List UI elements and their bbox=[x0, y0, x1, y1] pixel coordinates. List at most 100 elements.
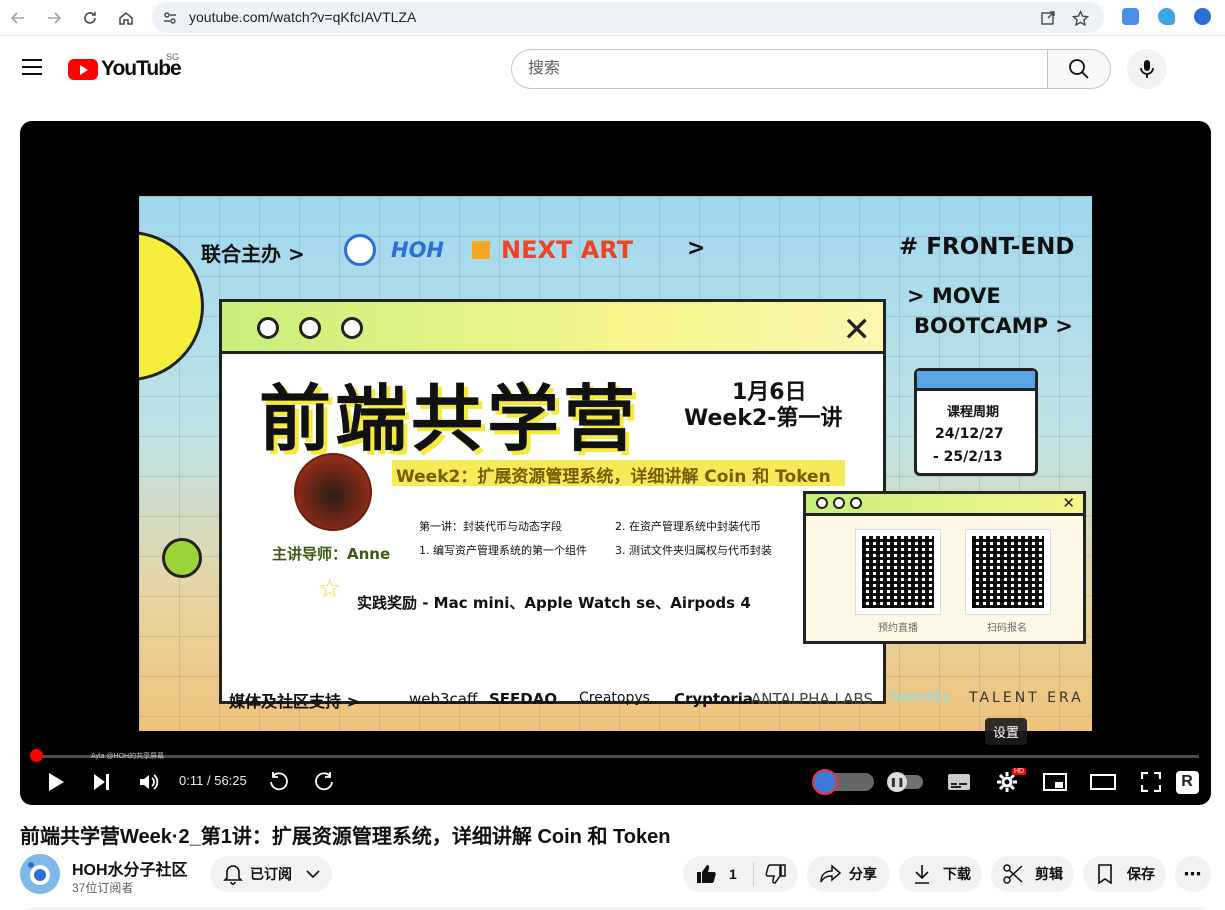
slide-front-end: # FRONT-END bbox=[899, 234, 1075, 260]
channel-avatar[interactable] bbox=[20, 854, 60, 894]
like-button[interactable]: 1 bbox=[683, 863, 753, 885]
fast-forward-icon bbox=[315, 772, 333, 791]
like-count: 1 bbox=[729, 866, 737, 882]
channel-name[interactable]: HOH水分子社区 bbox=[72, 856, 188, 880]
ambient-mode-toggle[interactable] bbox=[812, 766, 876, 798]
volume-button[interactable] bbox=[133, 766, 165, 798]
qr-close-icon: ✕ bbox=[1062, 494, 1075, 512]
save-button[interactable]: 保存 bbox=[1083, 856, 1166, 892]
site-info-icon[interactable] bbox=[159, 7, 181, 29]
hd-badge: HD bbox=[1012, 768, 1027, 775]
slide-topic-4: 3. 测试文件夹归属权与代币封装 bbox=[615, 544, 772, 557]
search-input[interactable] bbox=[511, 49, 1048, 89]
share-icon bbox=[820, 864, 841, 883]
back-icon[interactable] bbox=[6, 6, 30, 30]
subtitles-button[interactable] bbox=[942, 766, 976, 798]
extension-2-icon[interactable] bbox=[1158, 8, 1175, 25]
bookmark-star-icon[interactable] bbox=[1069, 7, 1091, 29]
subscribed-label: 已订阅 bbox=[250, 866, 292, 882]
slide-topic-3: 1. 编写资产管理系统的第一个组件 bbox=[419, 544, 587, 557]
download-icon bbox=[915, 865, 929, 884]
bookmark-icon bbox=[1098, 864, 1112, 884]
rewind-button[interactable] bbox=[262, 766, 294, 798]
calendar-end: - 25/2/13 bbox=[933, 449, 1003, 465]
slide-move: > MOVE bbox=[907, 284, 1001, 308]
download-button[interactable]: 下载 bbox=[899, 856, 982, 892]
partner-1: web3caff bbox=[409, 690, 478, 708]
hamburger-menu-icon[interactable] bbox=[22, 59, 42, 77]
forward-icon[interactable] bbox=[42, 6, 66, 30]
slide-hoh: HOH bbox=[391, 238, 445, 262]
video-frame-slide: 联合主办 > HOH NEXT ART > # FRONT-END > MOVE… bbox=[139, 196, 1092, 731]
youtube-logo[interactable]: YouTube SG bbox=[68, 52, 182, 81]
slide-topic-2: 2. 在资产管理系统中封装代币 bbox=[615, 520, 761, 533]
url-text[interactable]: youtube.com/watch?v=qKfcIAVTLZA bbox=[189, 9, 416, 25]
play-button[interactable] bbox=[40, 766, 72, 798]
more-horizontal-icon: ⋯ bbox=[1183, 863, 1203, 884]
region-label: SG bbox=[166, 52, 180, 62]
partner-6: TalentEx bbox=[889, 690, 951, 705]
qr-label-1: 预约直播 bbox=[878, 623, 918, 634]
forward-button[interactable] bbox=[309, 766, 341, 798]
address-bar[interactable]: youtube.com/watch?v=qKfcIAVTLZA bbox=[152, 2, 1104, 33]
home-icon[interactable] bbox=[114, 6, 138, 30]
reload-icon[interactable] bbox=[78, 6, 102, 30]
slide-qr-window: ✕ 预约直播 扫码报名 bbox=[803, 491, 1086, 644]
share-button[interactable]: 分享 bbox=[807, 856, 890, 892]
decor-dot bbox=[162, 538, 202, 578]
subtitles-icon bbox=[948, 774, 970, 790]
progress-scrubber[interactable] bbox=[30, 749, 43, 762]
slide-bootcamp: BOOTCAMP > bbox=[914, 314, 1073, 338]
video-player[interactable]: 联合主办 > HOH NEXT ART > # FRONT-END > MOVE… bbox=[20, 121, 1211, 805]
clip-button[interactable]: 剪辑 bbox=[991, 856, 1074, 892]
subscribed-button[interactable]: 已订阅 bbox=[210, 856, 332, 892]
slide-rewards: 实践奖励 - Mac mini、Apple Watch se、Airpods 4 bbox=[357, 594, 751, 612]
miniplayer-icon bbox=[1043, 773, 1067, 791]
chevron-down-icon bbox=[306, 870, 320, 879]
settings-tooltip: 设置 bbox=[985, 718, 1028, 745]
extension-player-button[interactable]: R bbox=[1175, 766, 1199, 798]
browser-toolbar: youtube.com/watch?v=qKfcIAVTLZA bbox=[0, 0, 1225, 36]
extension-1-icon[interactable] bbox=[1122, 8, 1139, 25]
pause-icon: ❚❚ bbox=[887, 772, 907, 792]
slide-close-icon: ✕ bbox=[842, 310, 872, 350]
profile-avatar-icon[interactable] bbox=[1194, 8, 1211, 25]
save-label: 保存 bbox=[1127, 866, 1155, 882]
qr-code-register bbox=[965, 529, 1051, 615]
thumbs-down-icon bbox=[765, 864, 786, 884]
qr-label-2: 扫码报名 bbox=[987, 623, 1027, 634]
dislike-button[interactable] bbox=[754, 863, 798, 885]
divider bbox=[28, 908, 1203, 909]
progress-bar[interactable] bbox=[32, 755, 1199, 758]
open-in-app-icon[interactable] bbox=[1037, 7, 1059, 29]
calendar-start: 24/12/27 bbox=[935, 426, 1004, 442]
slide-star-icon: ☆ bbox=[318, 574, 342, 604]
settings-button[interactable]: HD bbox=[990, 766, 1027, 798]
subscriber-count: 37位订阅者 bbox=[72, 881, 134, 895]
slide-next-art: NEXT ART bbox=[501, 236, 634, 264]
like-dislike-group: 1 bbox=[683, 856, 798, 892]
fullscreen-icon bbox=[1141, 772, 1161, 792]
play-icon bbox=[49, 773, 64, 791]
partner-3: Creatopys bbox=[579, 690, 650, 706]
fullscreen-button[interactable] bbox=[1134, 766, 1168, 798]
partner-5: ANTALPHA LABS bbox=[751, 690, 873, 708]
voice-search-button[interactable] bbox=[1127, 49, 1167, 89]
scissors-icon bbox=[1003, 864, 1023, 884]
next-button[interactable] bbox=[86, 766, 118, 798]
time-total: 56:25 bbox=[214, 773, 247, 788]
hoh-logo-icon bbox=[344, 234, 376, 266]
volume-icon bbox=[140, 774, 159, 790]
autoplay-toggle[interactable]: ❚❚ bbox=[887, 766, 924, 798]
search-button[interactable] bbox=[1047, 49, 1111, 89]
next-icon bbox=[94, 774, 109, 790]
more-actions-button[interactable]: ⋯ bbox=[1175, 856, 1211, 892]
miniplayer-button[interactable] bbox=[1038, 766, 1072, 798]
r-extension-icon: R bbox=[1175, 770, 1199, 794]
qr-code-livestream bbox=[855, 529, 941, 615]
video-title: 前端共学营Week·2_第1讲：扩展资源管理系统，详细讲解 Coin 和 Tok… bbox=[20, 826, 671, 848]
slide-calendar: 课程周期 24/12/27 - 25/2/13 bbox=[914, 368, 1038, 476]
slide-topic-1: 第一讲：封装代币与动态字段 bbox=[419, 520, 562, 533]
slide-week-banner: Week2：扩展资源管理系统，详细讲解 Coin 和 Token bbox=[396, 467, 831, 487]
theater-mode-button[interactable] bbox=[1086, 766, 1120, 798]
